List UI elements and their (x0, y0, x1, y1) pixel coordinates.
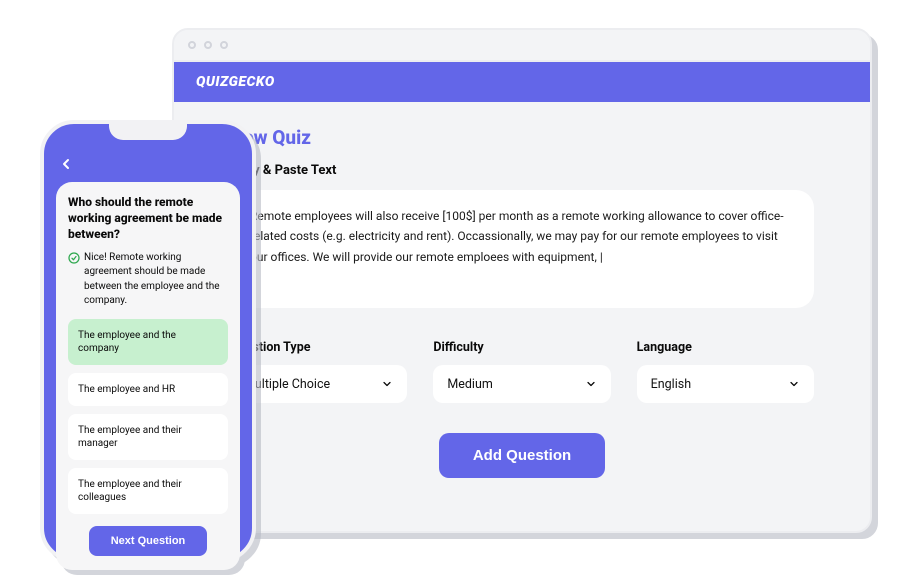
phone-mockup: Who should the remote working agreement … (40, 120, 256, 562)
question-type-select[interactable]: Multiple Choice (230, 365, 407, 403)
quiz-feedback: Nice! Remote working agreement should be… (68, 251, 228, 309)
quiz-card: Who should the remote working agreement … (56, 182, 240, 570)
language-value: English (651, 377, 691, 392)
paste-textarea[interactable]: Remote employees will also receive [100$… (230, 190, 814, 308)
language-select[interactable]: English (637, 365, 814, 403)
browser-window: QUIZGECKO New Quiz Copy & Paste Text Rem… (172, 28, 872, 533)
brand-bar: QUIZGECKO (174, 62, 870, 102)
quiz-feedback-text: Nice! Remote working agreement should be… (84, 251, 228, 309)
chevron-down-icon (585, 378, 597, 390)
chevron-down-icon (381, 378, 393, 390)
difficulty-select[interactable]: Medium (433, 365, 610, 403)
back-icon[interactable] (58, 156, 74, 172)
difficulty-group: Difficulty Medium (433, 340, 610, 403)
question-type-label: Question Type (230, 340, 407, 355)
check-circle-icon (68, 252, 80, 264)
page-title: New Quiz (230, 126, 814, 149)
phone-top-bar (56, 150, 240, 182)
section-label: Copy & Paste Text (230, 163, 814, 178)
difficulty-value: Medium (447, 377, 492, 392)
phone-notch (109, 122, 187, 140)
window-dot-max[interactable] (220, 41, 228, 49)
quiz-option-3[interactable]: The employee and their manager (68, 414, 228, 460)
quiz-option-1[interactable]: The employee and the company (68, 319, 228, 365)
window-dot-min[interactable] (204, 41, 212, 49)
browser-titlebar (174, 30, 870, 62)
difficulty-label: Difficulty (433, 340, 610, 355)
question-type-group: Question Type Multiple Choice (230, 340, 407, 403)
brand-logo: QUIZGECKO (196, 74, 275, 90)
quiz-question: Who should the remote working agreement … (68, 194, 228, 243)
chevron-down-icon (788, 378, 800, 390)
window-dot-close[interactable] (188, 41, 196, 49)
main-content: New Quiz Copy & Paste Text Remote employ… (174, 102, 870, 478)
dropdown-row: Question Type Multiple Choice Difficulty… (230, 340, 814, 403)
add-question-button[interactable]: Add Question (439, 433, 605, 478)
question-type-value: Multiple Choice (244, 377, 330, 392)
language-label: Language (637, 340, 814, 355)
language-group: Language English (637, 340, 814, 403)
quiz-option-2[interactable]: The employee and HR (68, 373, 228, 406)
next-question-button[interactable]: Next Question (89, 526, 208, 556)
quiz-option-4[interactable]: The employee and their colleagues (68, 468, 228, 514)
